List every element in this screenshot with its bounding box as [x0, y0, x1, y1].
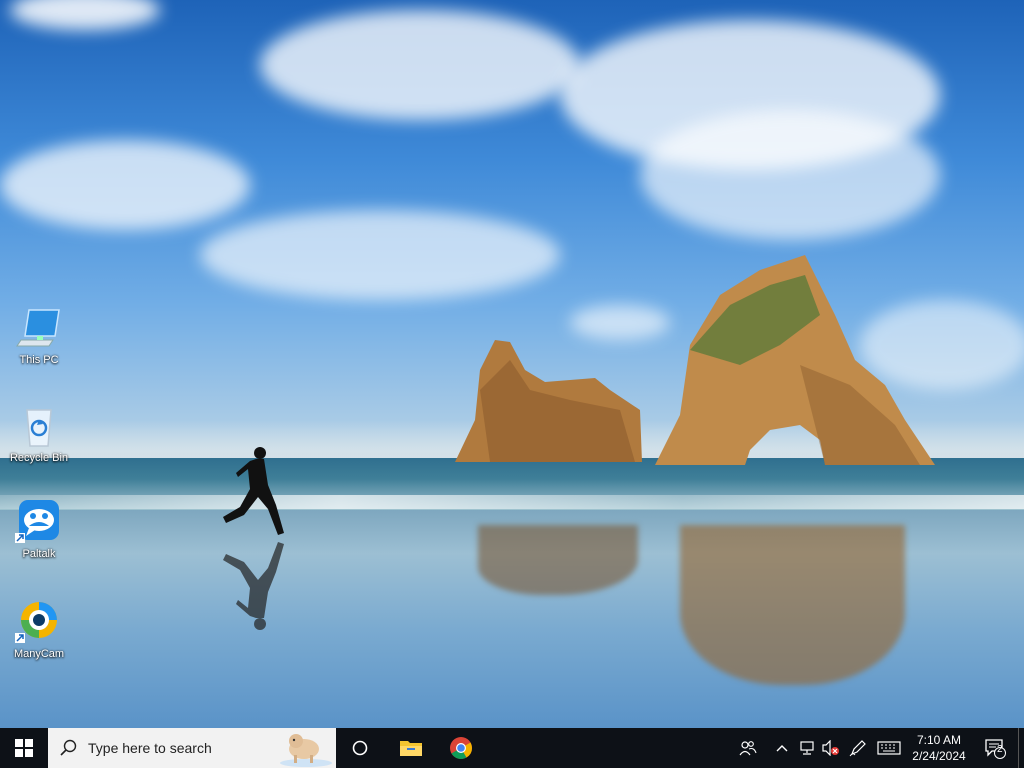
- search-placeholder: Type here to search: [88, 740, 212, 756]
- search-highlight-sheep-icon: [280, 734, 332, 767]
- show-hidden-icons-button[interactable]: [772, 728, 792, 768]
- search-box[interactable]: Type here to search: [48, 728, 336, 768]
- network-icon: [800, 741, 814, 755]
- file-explorer-icon: [400, 741, 422, 756]
- desktop-icon-manycam[interactable]: ManyCam: [3, 600, 75, 661]
- taskbar: Type here to search 7:10 AM 2/24/2024 2: [0, 728, 1024, 768]
- runner-silhouette: [223, 447, 284, 535]
- arch-reflection: [680, 525, 905, 685]
- volume-button[interactable]: [820, 728, 842, 768]
- chrome-icon: [450, 737, 472, 759]
- clock[interactable]: 7:10 AM 2/24/2024: [904, 728, 974, 768]
- keyboard-icon: [877, 741, 901, 755]
- chrome-button[interactable]: [440, 728, 482, 768]
- paltalk-icon: [15, 500, 63, 544]
- show-desktop-button[interactable]: [1018, 728, 1024, 768]
- task-view-icon: [352, 740, 368, 756]
- chevron-up-icon: [776, 745, 788, 752]
- people-icon: [739, 741, 757, 756]
- pen-icon: [849, 740, 866, 757]
- desktop-icon-label: Paltalk: [22, 548, 56, 560]
- cloud: [260, 10, 580, 120]
- windows-logo-icon: [15, 739, 33, 757]
- recycle-bin-icon: [15, 404, 63, 448]
- left-rock: [455, 340, 642, 462]
- monitor-icon: [15, 306, 63, 350]
- desktop-icon-label: Recycle Bin: [9, 452, 69, 464]
- cloud: [0, 140, 250, 230]
- desktop-icon-paltalk[interactable]: Paltalk: [3, 500, 75, 561]
- cloud: [10, 0, 160, 30]
- pen-workspace-button[interactable]: [846, 728, 870, 768]
- surf: [0, 495, 1024, 509]
- start-button[interactable]: [0, 728, 48, 768]
- clock-date: 2/24/2024: [912, 749, 966, 763]
- cloud: [200, 210, 560, 300]
- task-view-button[interactable]: [340, 728, 380, 768]
- manycam-icon: [15, 600, 63, 644]
- file-explorer-button[interactable]: [390, 728, 432, 768]
- arch-rock: [655, 255, 935, 465]
- action-center-button[interactable]: 2: [978, 728, 1012, 768]
- desktop-icon-this-pc[interactable]: This PC: [3, 306, 75, 367]
- rock-reflection: [478, 525, 638, 595]
- network-button[interactable]: [796, 728, 818, 768]
- search-icon: [60, 739, 77, 756]
- notification-badge: 2: [997, 744, 1003, 755]
- desktop-icon-label: This PC: [19, 354, 59, 366]
- desktop-icon-label: ManyCam: [13, 648, 65, 660]
- desktop-icon-recycle-bin[interactable]: Recycle Bin: [3, 404, 75, 465]
- volume-muted-icon: [822, 740, 839, 756]
- desktop-wallpaper: This PC Recycle Bin Paltalk ManyCam: [0, 0, 1024, 728]
- runner-reflection: [223, 542, 284, 630]
- cloud: [640, 110, 940, 240]
- people-button[interactable]: [734, 728, 762, 768]
- touch-keyboard-button[interactable]: [874, 728, 904, 768]
- clock-time: 7:10 AM: [916, 733, 962, 747]
